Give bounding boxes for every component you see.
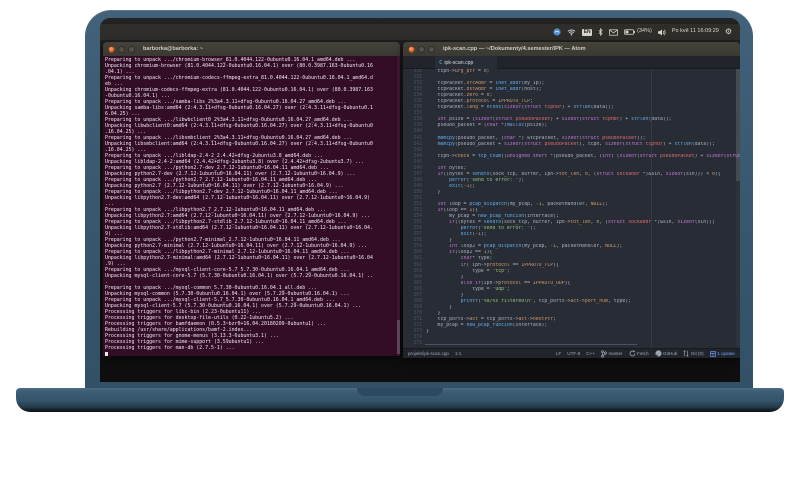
editor-vertical-scrollbar[interactable] (736, 69, 740, 348)
github-icon (654, 350, 662, 357)
editor-scrollbar-thumb[interactable] (736, 69, 740, 181)
ubuntu-top-panel: EN (34%) Po kvě 11 16:09:29 ⚙ (100, 24, 740, 40)
code-editor[interactable]: 330 tcph->urg_ptr = 0; 331 332 tcpPacket.s… (403, 69, 740, 348)
gear-icon: ⚙ (724, 27, 732, 36)
terminal-window: barborka@barborka: ~ Preparing to unpack… (103, 42, 400, 356)
maximize-button[interactable] (428, 45, 435, 53)
keyboard-layout-indicator[interactable]: EN (582, 28, 593, 36)
terminal-line: Unpacking libpython2.7-stdlib:amd64 (2.7… (105, 225, 373, 231)
wrap-guide (651, 69, 652, 348)
atom-window: ipk-scan.cpp — ~/Dokumenty/4.semester/IP… (403, 42, 740, 358)
battery-icon[interactable]: (34%) (624, 29, 652, 35)
panel-clock[interactable]: Po kvě 11 16:09:29 (672, 29, 719, 35)
terminal-line: Unpacking chromium-browser (81.0.4044.12… (105, 63, 373, 69)
wifi-icon[interactable] (567, 28, 576, 36)
sync-icon (629, 350, 636, 357)
atom-tab-bar: C ipk-scan.cpp (403, 56, 740, 69)
volume-icon[interactable] (657, 29, 666, 36)
status-item-master[interactable]: master (601, 349, 623, 358)
terminal-line: Unpacking samba-libs:amd64 (2:4.3.11+dfs… (105, 105, 373, 111)
minimize-button[interactable] (418, 45, 425, 53)
battery-icon (624, 29, 636, 35)
laptop-base-notch (357, 388, 443, 396)
status-item-1-update[interactable]: 1 update (709, 350, 735, 357)
line-number: 375 (413, 341, 422, 347)
terminal-line: Unpacking mysql-client-core-5.7 (5.7.30-… (105, 273, 373, 279)
volume-icon (657, 29, 666, 36)
bluetooth-icon (598, 28, 603, 36)
status-item-github[interactable]: GitHub (654, 350, 677, 357)
status-item-lf[interactable]: LF (556, 351, 561, 356)
tab-ipk-scan[interactable]: C ipk-scan.cpp (435, 56, 497, 69)
app-indicator-icon (553, 28, 561, 36)
wifi-icon (567, 28, 576, 36)
laptop-mockup: EN (34%) Po kvě 11 16:09:29 ⚙ barborka@barb… (0, 0, 800, 477)
terminal-line: Unpacking libpython2.7-minimal:amd64 (2.… (105, 255, 373, 261)
laptop-screen: EN (34%) Po kvě 11 16:09:29 ⚙ barborka@barb… (100, 18, 740, 382)
status-cursor-position[interactable]: 1:1 (455, 351, 461, 356)
editor-lines: 330 tcph->urg_ptr = 0; 331 332 tcpPacket.s… (403, 69, 740, 347)
terminal-cursor (105, 352, 108, 356)
terminal-window-controls (108, 45, 135, 53)
terminal-line: Unpacking libsmbclient:amd64 (2:4.3.11+d… (105, 141, 373, 147)
status-right-items: LF UTF-8 C++ master Fetch GitHub Git (0) 1 upda… (556, 349, 735, 358)
package-icon (709, 350, 716, 357)
bluetooth-icon[interactable] (598, 28, 603, 36)
app-indicator-icon[interactable] (553, 28, 561, 36)
status-item-utf-8[interactable]: UTF-8 (567, 351, 580, 356)
terminal-line: Preparing to unpack .../chromium-codecs-… (105, 75, 373, 81)
laptop-base (16, 388, 784, 412)
terminal-scrollbar-thumb[interactable] (397, 320, 400, 354)
terminal-body[interactable]: Preparing to unpack .../chromium-browser… (103, 56, 400, 356)
mail-icon (609, 28, 619, 36)
close-button[interactable] (408, 45, 415, 53)
editor-horizontal-scrollbar[interactable] (425, 344, 637, 345)
terminal-line: Unpacking libpython2.7-dev:amd64 (2.7.12… (105, 195, 370, 201)
close-button[interactable] (108, 45, 115, 53)
git-diff-icon (683, 350, 689, 357)
atom-status-bar: projekt/ipk-scan.cpp 1:1 LF UTF-8 C++ maste… (403, 348, 740, 358)
git-branch-icon (601, 349, 607, 358)
terminal-title: barborka@barborka: ~ (143, 46, 204, 52)
status-item-fetch[interactable]: Fetch (629, 350, 649, 357)
minimize-button[interactable] (118, 45, 125, 53)
status-item-c-[interactable]: C++ (586, 351, 595, 356)
status-file-path[interactable]: projekt/ipk-scan.cpp (408, 351, 449, 356)
atom-window-controls (408, 45, 435, 53)
mail-icon[interactable] (609, 28, 619, 36)
terminal-line: Unpacking libwbclient0:amd64 (2:4.3.11+d… (105, 123, 373, 129)
atom-titlebar[interactable]: ipk-scan.cpp — ~/Dokumenty/4.semester/IP… (403, 42, 740, 56)
cpp-file-icon: C (439, 59, 443, 66)
terminal-titlebar[interactable]: barborka@barborka: ~ (103, 42, 400, 56)
atom-window-title: ipk-scan.cpp — ~/Dokumenty/4.semester/IP… (443, 46, 586, 52)
status-item-git-0-[interactable]: Git (0) (683, 350, 704, 357)
terminal-scrollbar[interactable] (397, 56, 400, 356)
maximize-button[interactable] (128, 45, 135, 53)
gear-icon[interactable]: ⚙ (725, 28, 732, 36)
tab-label: ipk-scan.cpp (444, 59, 474, 66)
